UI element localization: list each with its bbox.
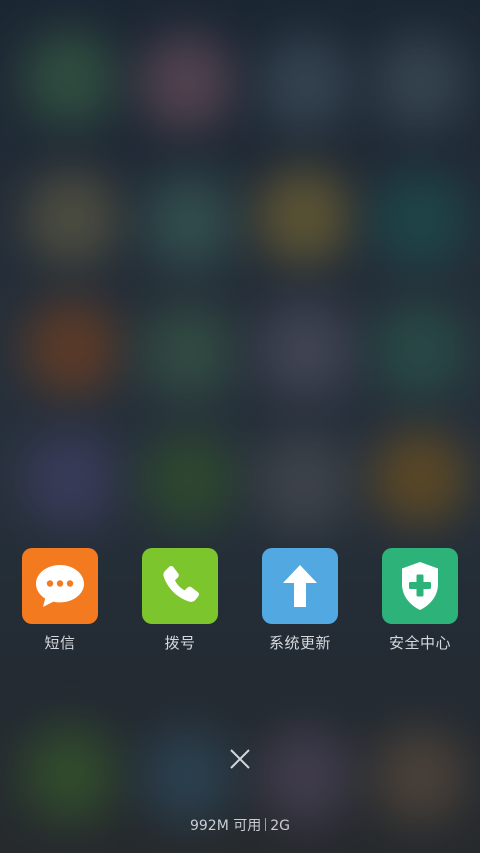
phone-icon xyxy=(163,565,200,602)
arrow-up-icon xyxy=(283,565,317,607)
app-label: 短信 xyxy=(44,634,76,652)
app-label: 安全中心 xyxy=(388,634,451,652)
app-icon-tile[interactable] xyxy=(142,548,218,624)
recent-app-system-update[interactable]: 系统更新 xyxy=(240,548,360,653)
app-icon-tile[interactable] xyxy=(382,548,458,624)
recent-apps-row: 短信 拨号 系统更新 安全中心 xyxy=(0,548,480,658)
app-icon-tile[interactable] xyxy=(262,548,338,624)
memory-status: 992M 可用 2G xyxy=(0,815,480,835)
app-icon-tile[interactable] xyxy=(22,548,98,624)
app-label: 系统更新 xyxy=(268,634,331,652)
memory-divider xyxy=(265,818,267,831)
recent-app-dialer[interactable]: 拨号 xyxy=(120,548,240,653)
memory-total: 2G xyxy=(270,818,291,834)
blurred-home-screen xyxy=(0,0,480,853)
recent-app-messages[interactable]: 短信 xyxy=(0,548,120,653)
memory-available: 992M 可用 xyxy=(189,818,262,834)
clear-recent-apps-button[interactable] xyxy=(224,743,256,775)
recent-app-security-center[interactable]: 安全中心 xyxy=(360,548,480,653)
message-bubble-icon xyxy=(36,565,84,607)
shield-plus-icon xyxy=(402,562,438,610)
app-label: 拨号 xyxy=(164,634,196,652)
dim-overlay xyxy=(0,0,480,853)
close-icon xyxy=(230,749,250,769)
